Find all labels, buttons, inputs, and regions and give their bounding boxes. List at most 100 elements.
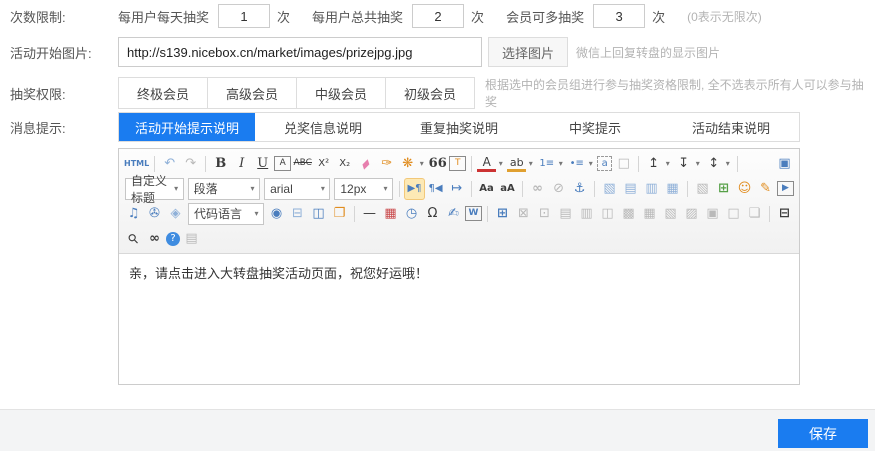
delete-column-icon[interactable]: ▩ xyxy=(619,204,638,224)
to-lowercase-icon[interactable]: aA xyxy=(498,179,517,199)
image-align-right-icon[interactable]: ▦ xyxy=(663,179,682,199)
merge-cells-icon[interactable]: ▦ xyxy=(640,204,659,224)
insert-date-icon[interactable]: ▦ xyxy=(381,204,400,224)
custom-heading-select[interactable]: 自定义标题▾ xyxy=(125,178,184,200)
to-uppercase-icon[interactable]: Aa xyxy=(477,179,496,199)
split-cells-icon[interactable]: ▣ xyxy=(703,204,722,224)
spacing-top-tool[interactable]: ↥▾ xyxy=(644,154,672,174)
undo-icon[interactable]: ↶ xyxy=(160,154,179,174)
tab-redeem-info-note[interactable]: 兑奖信息说明 xyxy=(255,113,391,141)
font-family-select[interactable]: arial▾ xyxy=(264,178,330,200)
delete-table-icon[interactable]: ⊠ xyxy=(514,204,533,224)
save-button[interactable]: 保存 xyxy=(778,419,868,448)
merge-right-icon[interactable]: ▧ xyxy=(661,204,680,224)
toolbar-separator xyxy=(594,181,595,197)
special-character-icon[interactable]: Ω xyxy=(423,204,442,224)
font-border-icon[interactable]: A xyxy=(274,156,291,171)
tab-activity-start-note[interactable]: 活动开始提示说明 xyxy=(119,113,255,141)
scrawl-icon[interactable]: ✎ xyxy=(756,179,775,199)
page-break-icon[interactable]: ⊟ xyxy=(288,204,307,224)
find-replace-icon[interactable]: ∞ xyxy=(145,229,164,249)
image-icon[interactable]: ▧ xyxy=(693,179,712,199)
tab-repeat-draw-note[interactable]: 重复抽奖说明 xyxy=(391,113,527,141)
template-icon[interactable]: ❐ xyxy=(330,204,349,224)
indent-icon[interactable]: ↦ xyxy=(447,179,466,199)
merge-down-icon[interactable]: ▨ xyxy=(682,204,701,224)
remove-format-icon[interactable]: ▰ xyxy=(352,150,380,178)
spacing-bottom-tool[interactable]: ↧▾ xyxy=(674,154,702,174)
select-all-icon[interactable]: a xyxy=(597,156,612,171)
image-inline-icon[interactable]: ▤ xyxy=(621,179,640,199)
font-color-tool[interactable]: A▾ xyxy=(477,154,505,174)
edit-document-icon[interactable]: ✍ xyxy=(444,204,463,224)
tab-activity-end-note[interactable]: 活动结束说明 xyxy=(663,113,799,141)
highlight-color-tool[interactable]: ab▾ xyxy=(507,154,535,174)
rtl-direction-icon[interactable]: ¶◀ xyxy=(426,179,445,199)
choose-image-button[interactable]: 选择图片 xyxy=(488,37,568,67)
insert-video-icon[interactable]: ▶ xyxy=(777,181,794,196)
start-image-hint: 微信上回复转盘的显示图片 xyxy=(576,44,720,61)
member-group-button-junior[interactable]: 初级会员 xyxy=(385,77,475,109)
member-group-button-middle[interactable]: 中级会员 xyxy=(296,77,386,109)
font-size-select[interactable]: 12px▾ xyxy=(334,178,393,200)
fullscreen-icon[interactable]: ▣ xyxy=(775,154,794,174)
tab-win-prompt[interactable]: 中奖提示 xyxy=(527,113,663,141)
strikethrough-icon[interactable]: ABC xyxy=(293,154,312,174)
insert-music-icon[interactable]: ♫ xyxy=(124,204,143,224)
columns-icon[interactable]: ◫ xyxy=(309,204,328,224)
preview-page-icon[interactable]: ❏ xyxy=(745,204,764,224)
rich-text-editor: HTML ↶ ↷ B I U A ABC X² X₂ ▰ ✑ ❋▾ 66 T A… xyxy=(118,148,800,385)
insert-row-icon[interactable]: ▤ xyxy=(556,204,575,224)
map-icon[interactable]: ◉ xyxy=(267,204,286,224)
split-columns-icon[interactable]: □ xyxy=(724,204,743,224)
anchor-icon[interactable]: ⚓ xyxy=(570,179,589,199)
insert-media-icon[interactable]: ◈ xyxy=(166,204,185,224)
superscript-icon[interactable]: X² xyxy=(314,154,333,174)
image-align-left-icon[interactable]: ▧ xyxy=(600,179,619,199)
emoticon-icon[interactable]: ☺ xyxy=(735,179,754,199)
html-source-icon[interactable]: HTML xyxy=(124,154,149,174)
print-icon[interactable]: ⊟ xyxy=(775,204,794,224)
line-height-tool[interactable]: ↕▾ xyxy=(704,154,732,174)
member-extra-draw-count-input[interactable] xyxy=(593,4,645,28)
limit-hint: (0表示无限次) xyxy=(687,8,762,25)
daily-draw-count-input[interactable] xyxy=(218,4,270,28)
code-language-select[interactable]: 代码语言▾ xyxy=(188,203,264,225)
paragraph-select[interactable]: 段落▾ xyxy=(188,178,260,200)
insert-table-icon[interactable]: ⊞ xyxy=(493,204,512,224)
delete-row-icon[interactable]: ◫ xyxy=(598,204,617,224)
word-image-icon[interactable]: W xyxy=(465,206,482,221)
dropdown-arrow-icon: ▾ xyxy=(556,154,565,174)
redo-icon[interactable]: ↷ xyxy=(181,154,200,174)
clear-document-icon[interactable]: □ xyxy=(614,154,633,174)
total-draw-count-input[interactable] xyxy=(412,4,464,28)
toolbar-separator xyxy=(399,181,400,197)
insert-link-icon[interactable]: ∞ xyxy=(528,179,547,199)
unordered-list-tool[interactable]: •≡▾ xyxy=(567,154,595,174)
format-brush-icon[interactable]: ✑ xyxy=(377,154,396,174)
search-icon[interactable]: ⚲ xyxy=(120,225,148,253)
attachment-icon[interactable]: ✇ xyxy=(145,204,164,224)
paste-as-text-icon[interactable]: T xyxy=(449,156,466,171)
paste-icon[interactable]: ▤ xyxy=(182,229,201,249)
editor-content-area[interactable]: 亲，请点击进入大转盘抽奖活动页面，祝您好运哦！ xyxy=(119,254,799,384)
table-properties-icon[interactable]: ⊡ xyxy=(535,204,554,224)
member-group-button-senior[interactable]: 高级会员 xyxy=(207,77,297,109)
insert-image-icon[interactable]: ⊞ xyxy=(714,179,733,199)
underline-icon[interactable]: U xyxy=(253,154,272,174)
bold-icon[interactable]: B xyxy=(211,154,230,174)
horizontal-rule-icon[interactable]: — xyxy=(360,204,379,224)
help-icon[interactable]: ? xyxy=(166,232,180,246)
start-image-url-input[interactable] xyxy=(118,37,482,67)
unlink-icon[interactable]: ⊘ xyxy=(549,179,568,199)
lottery-settings-page: 次数限制: 每用户每天抽奖 次 每用户总共抽奖 次 会员可多抽奖 次 (0表示无… xyxy=(0,0,875,451)
blockquote-icon[interactable]: 66 xyxy=(428,154,447,174)
insert-column-icon[interactable]: ▥ xyxy=(577,204,596,224)
member-group-button-ultimate[interactable]: 终极会员 xyxy=(118,77,208,109)
ordered-list-tool[interactable]: 1≡▾ xyxy=(537,154,565,174)
ltr-direction-icon[interactable]: ▶¶ xyxy=(405,179,424,199)
italic-icon[interactable]: I xyxy=(232,154,251,174)
autotypeset-tool[interactable]: ❋▾ xyxy=(398,154,426,174)
image-align-center-icon[interactable]: ▥ xyxy=(642,179,661,199)
insert-time-icon[interactable]: ◷ xyxy=(402,204,421,224)
